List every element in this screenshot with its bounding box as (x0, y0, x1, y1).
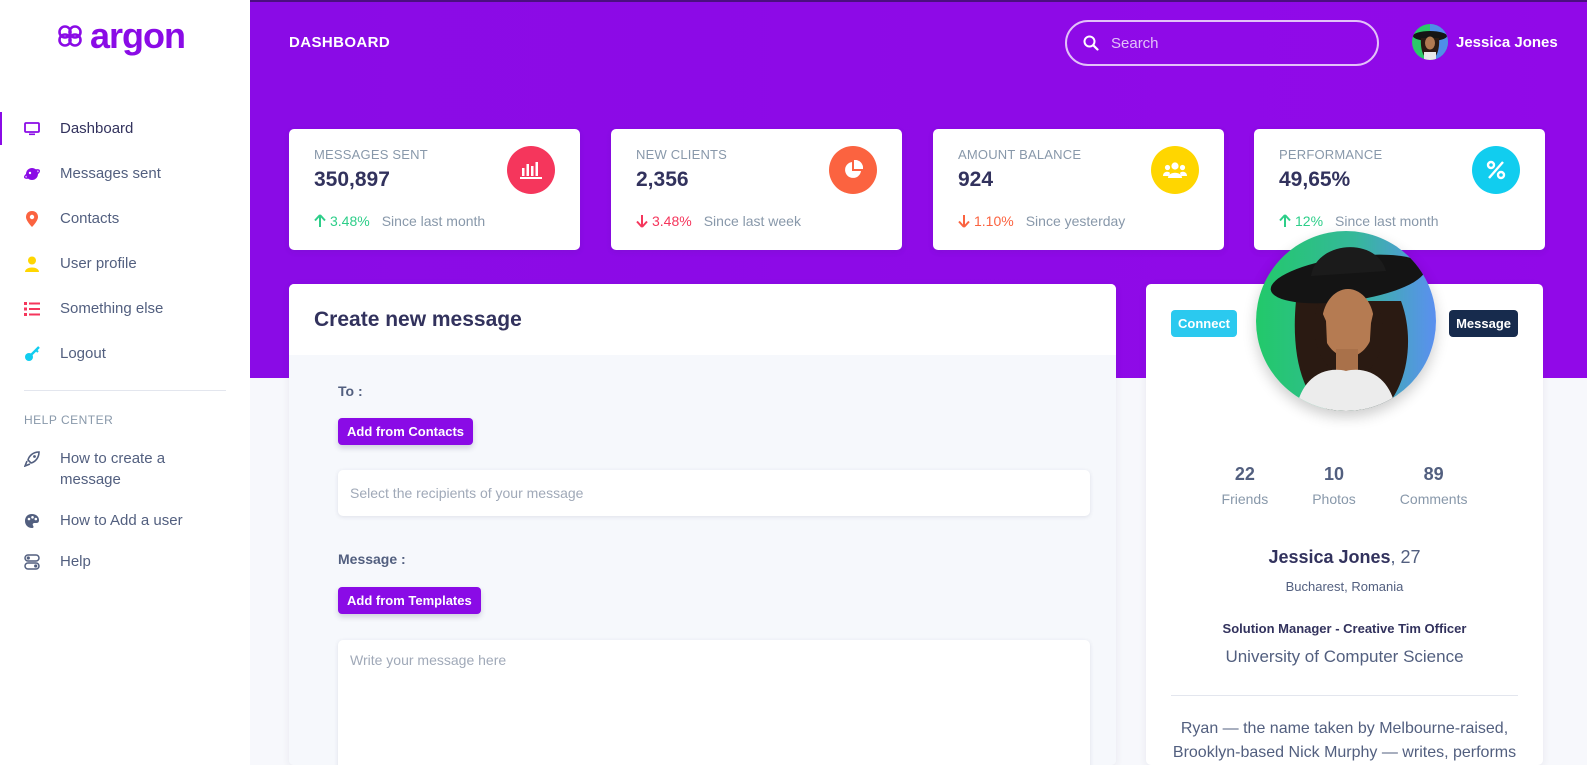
argon-logo-icon (58, 25, 82, 47)
help-item-add-user[interactable]: How to Add a user (0, 510, 250, 531)
sidebar-item-logout[interactable]: Logout (0, 331, 250, 376)
profile-name: Jessica Jones (1268, 547, 1391, 567)
connect-button[interactable]: Connect (1171, 310, 1237, 337)
sidebar-divider (24, 390, 226, 391)
pin-icon (24, 210, 40, 227)
percent-icon (1472, 146, 1520, 194)
profile-name-line: Jessica Jones, 27 (1146, 547, 1543, 568)
profile-university: University of Computer Science (1225, 647, 1464, 666)
create-message-card: Create new message To : Add from Contact… (289, 284, 1116, 765)
photos-stat: 10 Photos (1312, 464, 1356, 507)
palette-icon (24, 513, 40, 529)
sidebar-item-label: Messages sent (60, 165, 161, 182)
arrow-up-icon (314, 214, 326, 227)
stat-footer: 3.48% Since last week (636, 213, 801, 229)
help-item-label: How to create a message (60, 450, 166, 488)
profile-job: Solution Manager - Creative Tim Officer (1222, 621, 1467, 636)
search-input[interactable] (1109, 33, 1353, 53)
add-from-templates-button[interactable]: Add from Templates (338, 587, 481, 614)
stat-percentage: 3.48% (330, 213, 370, 229)
friends-stat: 22 Friends (1222, 464, 1269, 507)
key-icon (24, 345, 40, 362)
search-box[interactable] (1065, 20, 1379, 66)
help-nav: How to create a message How to Add a use… (0, 448, 250, 592)
sidebar-item-label: Contacts (60, 210, 120, 227)
user-icon (24, 256, 40, 272)
user-name: Jessica Jones (1456, 33, 1558, 51)
stat-since: Since last month (1335, 213, 1439, 229)
sidebar: argon Dashboard Messages sent Contacts U… (0, 0, 250, 765)
arrow-down-icon (958, 215, 970, 228)
brand-name: argon (90, 15, 186, 56)
sidebar-item-label: Dashboard (60, 120, 134, 137)
sidebar-item-label: Logout (60, 345, 106, 362)
stat-card-amount-balance: AMOUNT BALANCE 924 1.10% Since yesterday (933, 129, 1224, 250)
profile-location: Bucharest, Romania (1285, 579, 1404, 594)
tv-icon (24, 121, 40, 137)
arrow-down-icon (636, 215, 648, 228)
stat-footer: 3.48% Since last month (314, 213, 485, 229)
spaceship-icon (24, 451, 40, 467)
sidebar-item-messages-sent[interactable]: Messages sent (0, 151, 250, 196)
sidebar-item-dashboard[interactable]: Dashboard (0, 106, 250, 151)
message-label: Message : (338, 551, 406, 567)
message-form: To : Add from Contacts Message : Add fro… (289, 355, 1116, 765)
sidebar-item-user-profile[interactable]: User profile (0, 241, 250, 286)
planet-icon (24, 166, 40, 182)
sidebar-item-contacts[interactable]: Contacts (0, 196, 250, 241)
stat-card-messages-sent: MESSAGES SENT 350,897 3.48% Since last m… (289, 129, 580, 250)
friends-count: 22 (1234, 464, 1255, 484)
users-icon (1151, 146, 1199, 194)
bullet-list-icon (24, 301, 40, 317)
add-from-contacts-button[interactable]: Add from Contacts (338, 418, 473, 445)
profile-stats: 22 Friends 10 Photos 89 Comments (1146, 464, 1543, 507)
page-title[interactable]: DASHBOARD (289, 34, 390, 51)
comments-stat: 89 Comments (1400, 464, 1468, 507)
sidebar-item-label: User profile (60, 255, 137, 272)
help-center-heading: HELP CENTER (24, 413, 114, 427)
stat-percentage: 1.10% (974, 213, 1014, 229)
stat-percentage: 3.48% (652, 213, 692, 229)
sidebar-item-something-else[interactable]: Something else (0, 286, 250, 331)
profile-card: Connect Message 22 Friends 10 Photos 89 … (1146, 231, 1543, 765)
friends-label: Friends (1221, 491, 1269, 507)
help-item-create-message[interactable]: How to create a message (0, 448, 250, 490)
photos-label: Photos (1312, 491, 1356, 507)
card-title: Create new message (289, 284, 1116, 356)
sidebar-item-label: Something else (60, 300, 164, 317)
chart-pie-icon (829, 146, 877, 194)
profile-bio: Ryan — the name taken by Melbourne-raise… (1172, 720, 1517, 761)
stat-since: Since last week (703, 213, 801, 229)
stat-card-new-clients: NEW CLIENTS 2,356 3.48% Since last week (611, 129, 902, 250)
help-item-label: Help (60, 553, 91, 570)
stat-footer: 12% Since last month (1279, 213, 1439, 229)
user-menu[interactable]: Jessica Jones (1412, 24, 1558, 60)
search-icon (1083, 35, 1099, 51)
help-item-help[interactable]: Help (0, 551, 250, 572)
recipients-input[interactable] (338, 470, 1090, 516)
message-button[interactable]: Message (1449, 310, 1518, 337)
chart-bar-icon (507, 146, 555, 194)
stat-card-performance: PERFORMANCE 49,65% 12% Since last month (1254, 129, 1545, 250)
to-label: To : (338, 383, 363, 399)
profile-avatar[interactable] (1256, 231, 1436, 411)
sidebar-nav: Dashboard Messages sent Contacts User pr… (0, 106, 250, 376)
brand-logo[interactable]: argon (56, 15, 186, 56)
profile-divider (1171, 695, 1518, 696)
stat-footer: 1.10% Since yesterday (958, 213, 1125, 229)
stat-percentage: 12% (1295, 213, 1324, 229)
ui-04-icon (24, 554, 40, 570)
comments-label: Comments (1399, 491, 1468, 507)
arrow-up-icon (1279, 214, 1291, 227)
message-textarea[interactable] (338, 640, 1090, 765)
stat-since: Since yesterday (1025, 213, 1126, 229)
photos-count: 10 (1323, 464, 1345, 484)
profile-age: , 27 (1390, 547, 1421, 567)
help-item-label: How to Add a user (60, 512, 183, 529)
avatar (1412, 24, 1448, 60)
stat-since: Since last month (381, 213, 486, 229)
comments-count: 89 (1423, 464, 1444, 484)
